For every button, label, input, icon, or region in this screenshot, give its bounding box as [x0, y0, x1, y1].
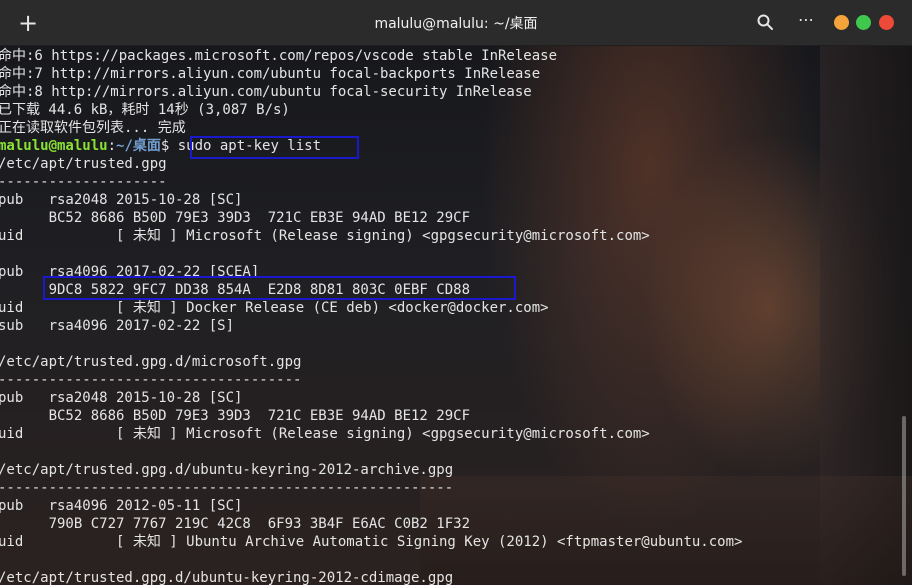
output-line: 已下载 44.6 kB，耗时 14秒 (3,087 B/s)	[0, 102, 290, 118]
search-icon[interactable]	[757, 14, 773, 30]
prompt-path: ~/桌面	[116, 138, 161, 154]
output-line: /etc/apt/trusted.gpg.d/microsoft.gpg	[0, 354, 302, 370]
title-bar: + malulu@malulu: ~/桌面 ⋯	[0, 0, 912, 46]
prompt-symbol: $	[160, 138, 178, 154]
output-line: BC52 8686 B50D 79E3 39D3 721C EB3E 94AD …	[0, 408, 471, 424]
output-line: uid [ 未知 ] Docker Release (CE deb) <dock…	[0, 300, 549, 316]
prompt-line: malulu@malulu:~/桌面$ sudo apt-key list	[0, 137, 898, 155]
prompt-user-host: malulu@malulu	[0, 138, 108, 154]
menu-icon[interactable]: ⋯	[796, 10, 816, 30]
output-line: BC52 8686 B50D 79E3 39D3 721C EB3E 94AD …	[0, 210, 471, 226]
output-line: uid [ 未知 ] Ubuntu Archive Automatic Sign…	[0, 534, 743, 550]
terminal-window: + malulu@malulu: ~/桌面 ⋯ 命中:6 https://pac…	[0, 0, 912, 585]
output-line: 命中:8 http://mirrors.aliyun.com/ubuntu fo…	[0, 84, 532, 100]
output-line: /etc/apt/trusted.gpg.d/ubuntu-keyring-20…	[0, 570, 454, 585]
terminal-area[interactable]: 命中:6 https://packages.microsoft.com/repo…	[0, 46, 912, 585]
window-title: malulu@malulu: ~/桌面	[374, 16, 538, 32]
scrollbar[interactable]	[902, 416, 906, 576]
prompt-separator: :	[107, 138, 117, 154]
output-line: pub rsa2048 2015-10-28 [SC]	[0, 390, 243, 406]
output-line: /etc/apt/trusted.gpg.d/ubuntu-keyring-20…	[0, 462, 454, 478]
output-line: 790B C727 7767 219C 42C8 6F93 3B4F E6AC …	[0, 516, 471, 532]
output-line: 正在读取软件包列表... 完成	[0, 120, 186, 136]
output-line: 命中:6 https://packages.microsoft.com/repo…	[0, 48, 558, 64]
maximize-button[interactable]	[856, 15, 871, 30]
output-line: 9DC8 5822 9FC7 DD38 854A E2D8 8D81 803C …	[0, 282, 471, 298]
command-text: sudo apt-key list	[177, 138, 322, 154]
new-tab-button[interactable]: +	[16, 11, 40, 35]
output-line: pub rsa4096 2017-02-22 [SCEA]	[0, 264, 260, 280]
minimize-button[interactable]	[834, 15, 849, 30]
output-line: pub rsa4096 2012-05-11 [SC]	[0, 498, 243, 514]
output-line: 命中:7 http://mirrors.aliyun.com/ubuntu fo…	[0, 66, 541, 82]
output-line: uid [ 未知 ] Microsoft (Release signing) <…	[0, 228, 650, 244]
output-line: sub rsa4096 2017-02-22 [S]	[0, 318, 235, 334]
terminal-output: 命中:6 https://packages.microsoft.com/repo…	[0, 47, 898, 585]
output-line: uid [ 未知 ] Microsoft (Release signing) <…	[0, 426, 650, 442]
output-line: --------------------	[0, 174, 167, 190]
close-button[interactable]	[879, 15, 894, 30]
output-line: /etc/apt/trusted.gpg	[0, 156, 167, 172]
output-line: ----------------------------------------…	[0, 480, 454, 496]
output-line: ------------------------------------	[0, 372, 302, 388]
output-line: pub rsa2048 2015-10-28 [SC]	[0, 192, 243, 208]
